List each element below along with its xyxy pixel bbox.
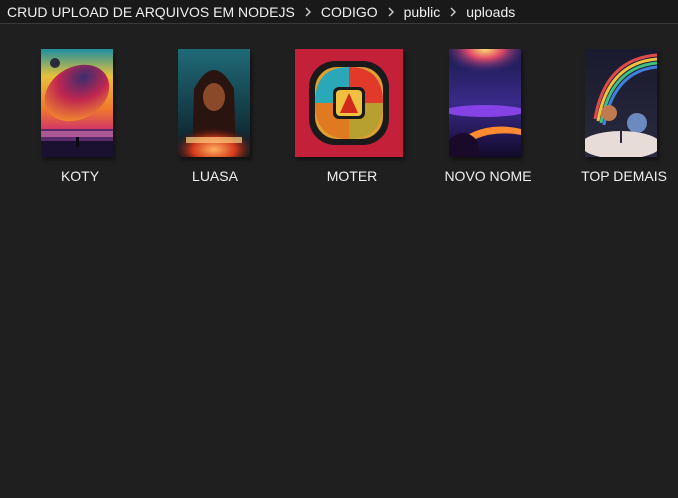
breadcrumb-item-codigo[interactable]: CODIGO	[321, 0, 378, 24]
image-thumbnail	[41, 49, 113, 157]
file-view[interactable]: KOTY LUASA MOTER NOVO NOME TOP DEMAIS	[0, 25, 678, 498]
file-tile-luasa[interactable]: LUASA	[160, 49, 270, 189]
file-tile-koty[interactable]: KOTY	[25, 49, 135, 189]
file-name: LUASA	[192, 168, 238, 184]
chevron-right-icon[interactable]	[378, 0, 404, 24]
image-thumbnail	[449, 49, 521, 157]
file-name: KOTY	[60, 168, 100, 184]
breadcrumb-item-root[interactable]: CRUD UPLOAD DE ARQUIVOS EM NODEJS	[7, 0, 295, 24]
image-thumbnail	[585, 49, 657, 157]
breadcrumb-item-public[interactable]: public	[404, 0, 441, 24]
file-tile-top-demais[interactable]: TOP DEMAIS	[569, 49, 678, 189]
breadcrumb: CRUD UPLOAD DE ARQUIVOS EM NODEJS CODIGO…	[0, 0, 678, 24]
image-thumbnail	[178, 49, 250, 157]
file-explorer-window: CRUD UPLOAD DE ARQUIVOS EM NODEJS CODIGO…	[0, 0, 678, 498]
file-tile-novo-nome[interactable]: NOVO NOME	[433, 49, 543, 189]
file-name: TOP DEMAIS	[581, 168, 667, 184]
file-name: NOVO NOME	[444, 168, 532, 184]
chevron-right-icon[interactable]	[440, 0, 466, 24]
file-tile-moter[interactable]: MOTER	[295, 49, 407, 189]
breadcrumb-item-uploads[interactable]: uploads	[466, 0, 515, 24]
chevron-right-icon[interactable]	[295, 0, 321, 24]
file-name: MOTER	[326, 168, 378, 184]
image-thumbnail	[295, 49, 403, 157]
